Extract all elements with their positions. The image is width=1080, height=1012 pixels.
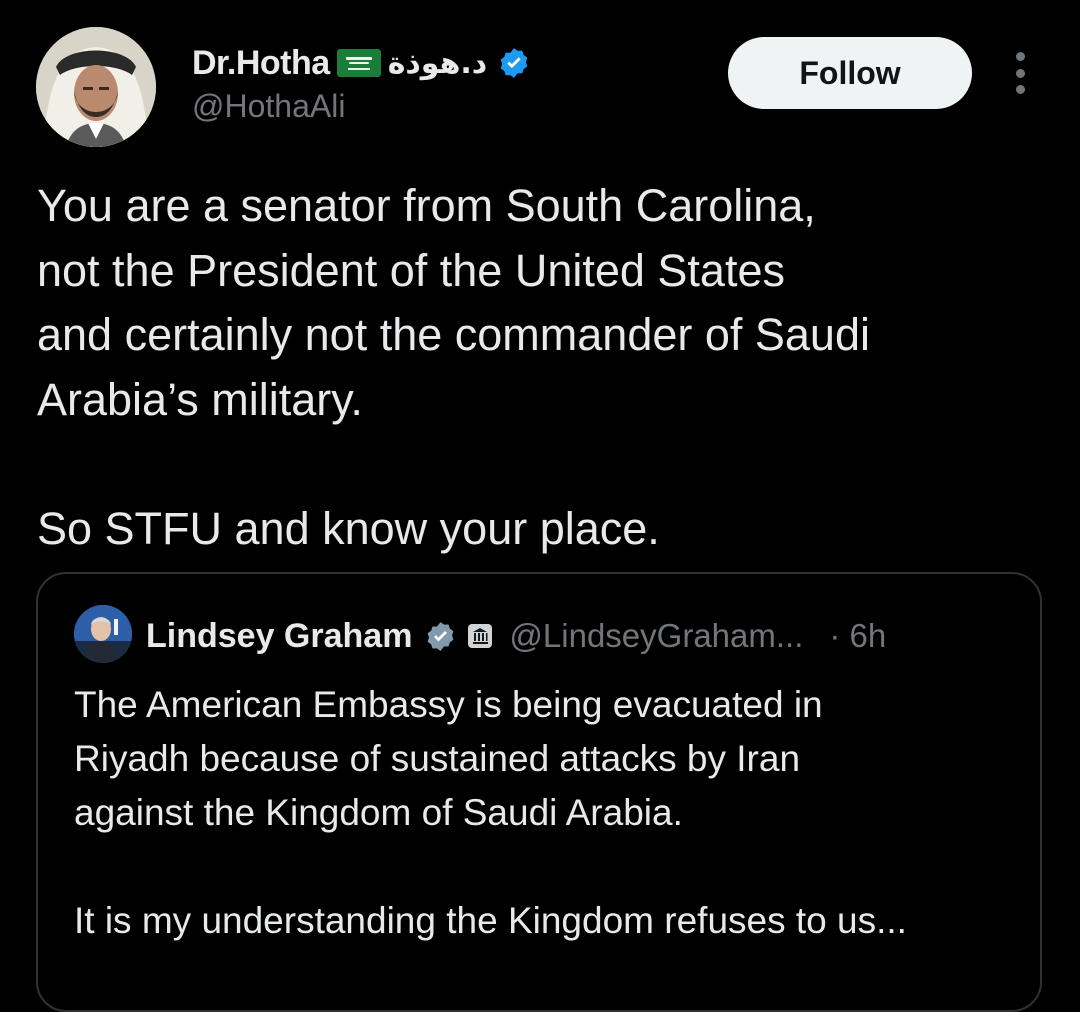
quoted-tweet-text: The American Embassy is being evacuated … — [74, 678, 1034, 948]
tweet-closing-line: So STFU and know your place. — [37, 502, 660, 554]
quoted-tweet-card[interactable]: Lindsey Graham @LindseyGraham... · 6h Th… — [36, 572, 1042, 1012]
author-name-row[interactable]: Dr.Hotha د.هوذة — [192, 40, 531, 86]
author-arabic-name: د.هوذة — [387, 45, 488, 81]
avatar-image — [36, 27, 156, 147]
quoted-header: Lindsey Graham @LindseyGraham... · 6h — [146, 614, 886, 658]
tweet-line: You are a senator from South Carolina, — [37, 180, 816, 231]
more-vertical-icon[interactable] — [1006, 52, 1034, 94]
quoted-verified-icon[interactable] — [424, 620, 457, 653]
saudi-flag-icon — [336, 48, 382, 78]
tweet-line: and certainly not the commander of Saudi — [37, 309, 870, 360]
quoted-author-handle[interactable]: @LindseyGraham... — [509, 617, 803, 655]
tweet-text: You are a senator from South Carolina, n… — [37, 174, 1047, 561]
quoted-closing-line: It is my understanding the Kingdom refus… — [74, 900, 907, 941]
avatar[interactable] — [36, 27, 156, 147]
tweet-line: not the President of the United States — [37, 244, 785, 296]
verified-icon[interactable] — [497, 46, 531, 80]
quoted-line: Riyadh because of sustained attacks by I… — [74, 738, 801, 779]
government-badge-icon[interactable] — [467, 623, 493, 649]
quoted-line: The American Embassy is being evacuated … — [74, 684, 823, 725]
quoted-timestamp[interactable]: · 6h — [829, 617, 886, 655]
tweet-line: Arabia’s military. — [37, 373, 363, 425]
quoted-line: against the Kingdom of Saudi Arabia. — [74, 792, 683, 833]
author-display-name[interactable]: Dr.Hotha — [192, 44, 330, 83]
follow-button[interactable]: Follow — [728, 37, 972, 109]
quoted-avatar[interactable] — [74, 605, 132, 663]
quoted-avatar-image — [74, 605, 132, 663]
quoted-author-name[interactable]: Lindsey Graham — [146, 617, 412, 656]
author-handle[interactable]: @HothaAli — [192, 88, 345, 125]
